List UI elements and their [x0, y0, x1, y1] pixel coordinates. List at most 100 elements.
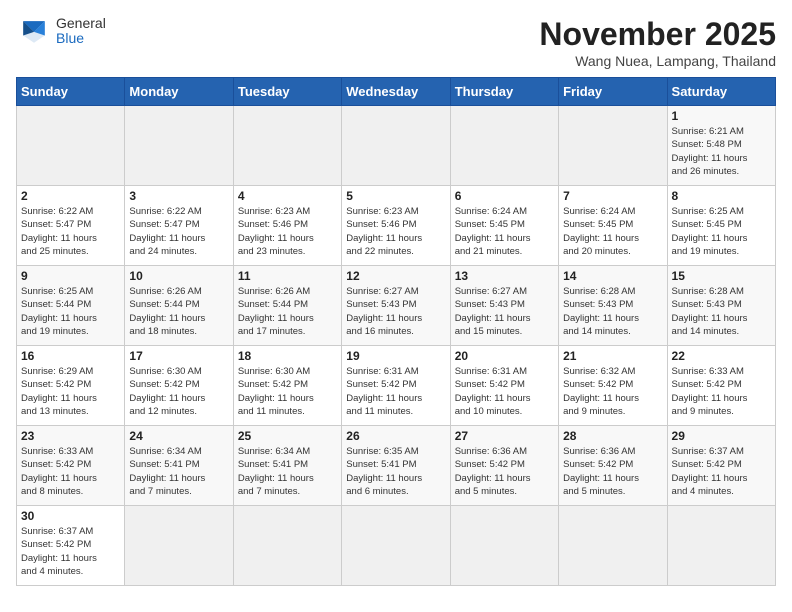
day-number: 29	[672, 429, 771, 443]
month-year-title: November 2025	[539, 16, 776, 53]
calendar-day-cell	[342, 106, 450, 186]
day-number: 15	[672, 269, 771, 283]
day-number: 1	[672, 109, 771, 123]
day-info: Sunrise: 6:30 AM Sunset: 5:42 PM Dayligh…	[129, 365, 228, 418]
day-number: 11	[238, 269, 337, 283]
day-info: Sunrise: 6:28 AM Sunset: 5:43 PM Dayligh…	[672, 285, 771, 338]
calendar-table: SundayMondayTuesdayWednesdayThursdayFrid…	[16, 77, 776, 586]
day-info: Sunrise: 6:34 AM Sunset: 5:41 PM Dayligh…	[238, 445, 337, 498]
day-number: 6	[455, 189, 554, 203]
calendar-day-cell: 2 Sunrise: 6:22 AM Sunset: 5:47 PM Daylig…	[17, 186, 125, 266]
day-number: 8	[672, 189, 771, 203]
day-info: Sunrise: 6:27 AM Sunset: 5:43 PM Dayligh…	[455, 285, 554, 338]
calendar-day-cell: 9 Sunrise: 6:25 AM Sunset: 5:44 PM Daylig…	[17, 266, 125, 346]
day-number: 5	[346, 189, 445, 203]
title-area: November 2025 Wang Nuea, Lampang, Thaila…	[539, 16, 776, 69]
day-number: 9	[21, 269, 120, 283]
header: General Blue November 2025 Wang Nuea, La…	[16, 16, 776, 69]
day-number: 13	[455, 269, 554, 283]
calendar-day-cell: 26Sunrise: 6:35 AM Sunset: 5:41 PM Dayli…	[342, 426, 450, 506]
calendar-day-cell: 11Sunrise: 6:26 AM Sunset: 5:44 PM Dayli…	[233, 266, 341, 346]
day-number: 28	[563, 429, 662, 443]
calendar-header: SundayMondayTuesdayWednesdayThursdayFrid…	[17, 78, 776, 106]
calendar-day-cell: 18Sunrise: 6:30 AM Sunset: 5:42 PM Dayli…	[233, 346, 341, 426]
calendar-body: 1 Sunrise: 6:21 AM Sunset: 5:48 PM Daylig…	[17, 106, 776, 586]
day-number: 7	[563, 189, 662, 203]
calendar-day-cell: 8 Sunrise: 6:25 AM Sunset: 5:45 PM Daylig…	[667, 186, 775, 266]
calendar-day-cell: 22 Sunrise: 6:33 AM Sunset: 5:42 PM Dayli…	[667, 346, 775, 426]
calendar-day-cell	[342, 506, 450, 586]
day-info: Sunrise: 6:30 AM Sunset: 5:42 PM Dayligh…	[238, 365, 337, 418]
day-number: 14	[563, 269, 662, 283]
day-info: Sunrise: 6:31 AM Sunset: 5:42 PM Dayligh…	[455, 365, 554, 418]
calendar-week-row: 23 Sunrise: 6:33 AM Sunset: 5:42 PM Dayli…	[17, 426, 776, 506]
calendar-day-cell: 25Sunrise: 6:34 AM Sunset: 5:41 PM Dayli…	[233, 426, 341, 506]
calendar-week-row: 1 Sunrise: 6:21 AM Sunset: 5:48 PM Daylig…	[17, 106, 776, 186]
calendar-day-cell: 17 Sunrise: 6:30 AM Sunset: 5:42 PM Dayli…	[125, 346, 233, 426]
day-info: Sunrise: 6:26 AM Sunset: 5:44 PM Dayligh…	[129, 285, 228, 338]
day-number: 30	[21, 509, 120, 523]
calendar-week-row: 30 Sunrise: 6:37 AM Sunset: 5:42 PM Dayli…	[17, 506, 776, 586]
day-info: Sunrise: 6:22 AM Sunset: 5:47 PM Dayligh…	[129, 205, 228, 258]
calendar-day-cell	[125, 106, 233, 186]
calendar-day-cell	[125, 506, 233, 586]
calendar-day-cell: 13 Sunrise: 6:27 AM Sunset: 5:43 PM Dayli…	[450, 266, 558, 346]
day-info: Sunrise: 6:24 AM Sunset: 5:45 PM Dayligh…	[455, 205, 554, 258]
calendar-day-cell: 14 Sunrise: 6:28 AM Sunset: 5:43 PM Dayli…	[559, 266, 667, 346]
calendar-day-cell: 21 Sunrise: 6:32 AM Sunset: 5:42 PM Dayli…	[559, 346, 667, 426]
calendar-day-cell	[450, 506, 558, 586]
day-of-week-header: Friday	[559, 78, 667, 106]
day-number: 10	[129, 269, 228, 283]
logo-text: General Blue	[56, 16, 106, 47]
calendar-day-cell: 6 Sunrise: 6:24 AM Sunset: 5:45 PM Daylig…	[450, 186, 558, 266]
calendar-day-cell: 7 Sunrise: 6:24 AM Sunset: 5:45 PM Daylig…	[559, 186, 667, 266]
day-info: Sunrise: 6:37 AM Sunset: 5:42 PM Dayligh…	[672, 445, 771, 498]
day-info: Sunrise: 6:37 AM Sunset: 5:42 PM Dayligh…	[21, 525, 120, 578]
calendar-day-cell	[17, 106, 125, 186]
calendar-day-cell: 5 Sunrise: 6:23 AM Sunset: 5:46 PM Daylig…	[342, 186, 450, 266]
calendar-day-cell: 15 Sunrise: 6:28 AM Sunset: 5:43 PM Dayli…	[667, 266, 775, 346]
day-info: Sunrise: 6:24 AM Sunset: 5:45 PM Dayligh…	[563, 205, 662, 258]
calendar-day-cell: 30 Sunrise: 6:37 AM Sunset: 5:42 PM Dayli…	[17, 506, 125, 586]
calendar-day-cell: 12Sunrise: 6:27 AM Sunset: 5:43 PM Dayli…	[342, 266, 450, 346]
day-number: 27	[455, 429, 554, 443]
calendar-day-cell: 29 Sunrise: 6:37 AM Sunset: 5:42 PM Dayli…	[667, 426, 775, 506]
calendar-week-row: 2 Sunrise: 6:22 AM Sunset: 5:47 PM Daylig…	[17, 186, 776, 266]
generalblue-icon	[16, 17, 52, 45]
day-info: Sunrise: 6:33 AM Sunset: 5:42 PM Dayligh…	[21, 445, 120, 498]
day-of-week-header: Thursday	[450, 78, 558, 106]
day-number: 26	[346, 429, 445, 443]
calendar-day-cell: 20Sunrise: 6:31 AM Sunset: 5:42 PM Dayli…	[450, 346, 558, 426]
day-number: 21	[563, 349, 662, 363]
day-number: 23	[21, 429, 120, 443]
day-number: 24	[129, 429, 228, 443]
day-info: Sunrise: 6:33 AM Sunset: 5:42 PM Dayligh…	[672, 365, 771, 418]
day-of-week-header: Monday	[125, 78, 233, 106]
day-info: Sunrise: 6:29 AM Sunset: 5:42 PM Dayligh…	[21, 365, 120, 418]
day-number: 22	[672, 349, 771, 363]
calendar-day-cell: 27Sunrise: 6:36 AM Sunset: 5:42 PM Dayli…	[450, 426, 558, 506]
calendar-header-row: SundayMondayTuesdayWednesdayThursdayFrid…	[17, 78, 776, 106]
day-number: 2	[21, 189, 120, 203]
day-of-week-header: Tuesday	[233, 78, 341, 106]
calendar-day-cell	[559, 506, 667, 586]
day-info: Sunrise: 6:28 AM Sunset: 5:43 PM Dayligh…	[563, 285, 662, 338]
day-info: Sunrise: 6:25 AM Sunset: 5:45 PM Dayligh…	[672, 205, 771, 258]
calendar-day-cell	[233, 506, 341, 586]
calendar-day-cell	[450, 106, 558, 186]
day-info: Sunrise: 6:22 AM Sunset: 5:47 PM Dayligh…	[21, 205, 120, 258]
day-info: Sunrise: 6:21 AM Sunset: 5:48 PM Dayligh…	[672, 125, 771, 178]
day-info: Sunrise: 6:23 AM Sunset: 5:46 PM Dayligh…	[346, 205, 445, 258]
day-info: Sunrise: 6:25 AM Sunset: 5:44 PM Dayligh…	[21, 285, 120, 338]
calendar-day-cell: 3Sunrise: 6:22 AM Sunset: 5:47 PM Daylig…	[125, 186, 233, 266]
day-info: Sunrise: 6:32 AM Sunset: 5:42 PM Dayligh…	[563, 365, 662, 418]
calendar-day-cell: 24Sunrise: 6:34 AM Sunset: 5:41 PM Dayli…	[125, 426, 233, 506]
day-number: 16	[21, 349, 120, 363]
day-number: 4	[238, 189, 337, 203]
day-info: Sunrise: 6:36 AM Sunset: 5:42 PM Dayligh…	[563, 445, 662, 498]
calendar-day-cell: 28 Sunrise: 6:36 AM Sunset: 5:42 PM Dayli…	[559, 426, 667, 506]
location-subtitle: Wang Nuea, Lampang, Thailand	[539, 53, 776, 69]
calendar-day-cell: 16 Sunrise: 6:29 AM Sunset: 5:42 PM Dayli…	[17, 346, 125, 426]
day-number: 17	[129, 349, 228, 363]
calendar-day-cell	[559, 106, 667, 186]
